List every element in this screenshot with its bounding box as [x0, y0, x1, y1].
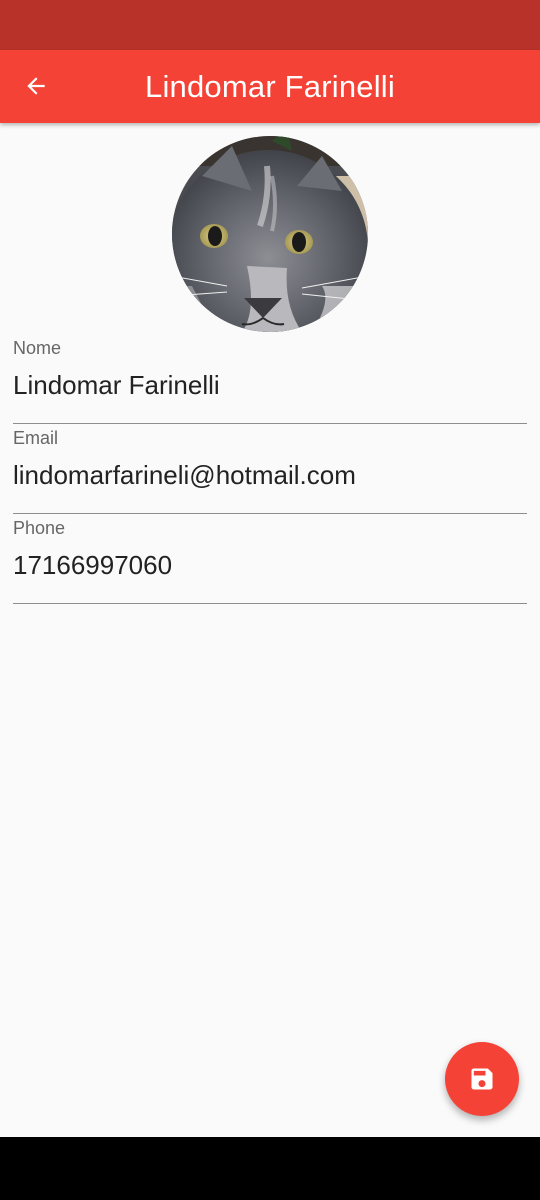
cat-photo-image [172, 136, 368, 332]
name-label: Nome [13, 338, 62, 358]
phone-input[interactable]: 17166997060 [13, 550, 172, 581]
app-bar: Lindomar Farinelli [0, 50, 540, 123]
save-button[interactable] [445, 1042, 519, 1116]
name-input[interactable]: Lindomar Farinelli [13, 370, 220, 401]
email-field[interactable]: Email lindomarfarineli@hotmail.com [13, 424, 527, 514]
page-title: Lindomar Farinelli [145, 69, 395, 104]
contact-avatar[interactable] [172, 136, 368, 332]
system-navigation-bar [0, 1137, 540, 1200]
save-icon [471, 1068, 493, 1090]
name-field[interactable]: Nome Lindomar Farinelli [13, 334, 527, 424]
phone-label: Phone [13, 518, 66, 538]
email-label: Email [13, 428, 59, 448]
phone-field[interactable]: Phone 17166997060 [13, 514, 527, 604]
email-input[interactable]: lindomarfarineli@hotmail.com [13, 460, 356, 491]
status-bar [0, 0, 540, 50]
